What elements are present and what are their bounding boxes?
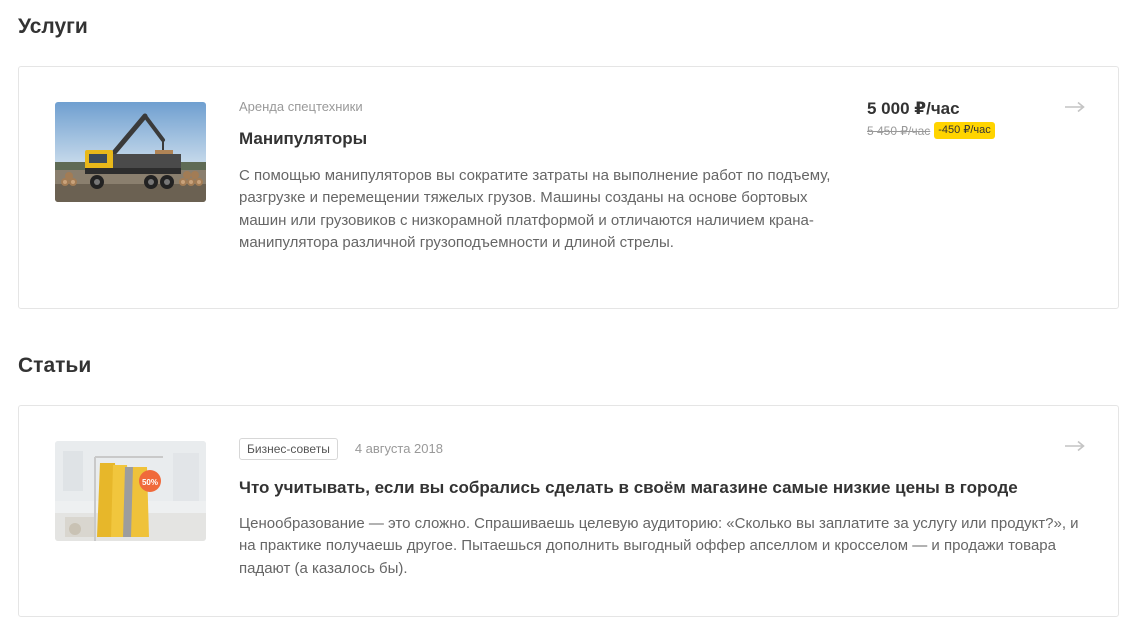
price-block: 5 000 ₽/час 5 450 ₽/час -450 ₽/час bbox=[867, 99, 995, 139]
clothing-rack-sale-image[interactable]: 50% bbox=[55, 441, 206, 541]
services-section-title: Услуги bbox=[18, 15, 88, 38]
price-row: 5 450 ₽/час -450 ₽/час bbox=[867, 122, 995, 139]
articles-section-title: Статьи bbox=[18, 354, 92, 377]
service-content: Аренда спецтехники Манипуляторы С помощь… bbox=[239, 99, 849, 254]
arrow-right-icon[interactable] bbox=[1064, 100, 1086, 114]
article-card[interactable]: 50% Бизнес-советы 4 августа 2018 Что учи… bbox=[18, 405, 1119, 617]
service-category[interactable]: Аренда спецтехники bbox=[239, 99, 849, 115]
article-tag[interactable]: Бизнес-советы bbox=[239, 438, 338, 460]
service-card[interactable]: Аренда спецтехники Манипуляторы С помощь… bbox=[18, 66, 1119, 309]
article-description: Ценообразование — это сложно. Спрашиваеш… bbox=[239, 515, 1079, 577]
article-content: Бизнес-советы 4 августа 2018 Что учитыва… bbox=[239, 438, 1089, 580]
service-description: С помощью манипуляторов вы сократите зат… bbox=[239, 167, 831, 251]
service-name[interactable]: Манипуляторы bbox=[239, 129, 849, 149]
article-meta: Бизнес-советы 4 августа 2018 bbox=[239, 438, 1089, 460]
price: 5 000 ₽/час bbox=[867, 99, 960, 118]
old-price: 5 450 ₽/час bbox=[867, 123, 931, 138]
article-title[interactable]: Что учитывать, если вы собрались сделать… bbox=[239, 478, 1089, 498]
arrow-right-icon[interactable] bbox=[1064, 439, 1086, 453]
manipulator-truck-image[interactable] bbox=[55, 102, 206, 202]
page: Услуги Аренда спецтехники Манипуляторы С… bbox=[0, 0, 1140, 636]
sale-badge-text: 50% bbox=[142, 478, 158, 487]
discount-badge: -450 ₽/час bbox=[934, 122, 995, 139]
article-date: 4 августа 2018 bbox=[354, 441, 443, 456]
